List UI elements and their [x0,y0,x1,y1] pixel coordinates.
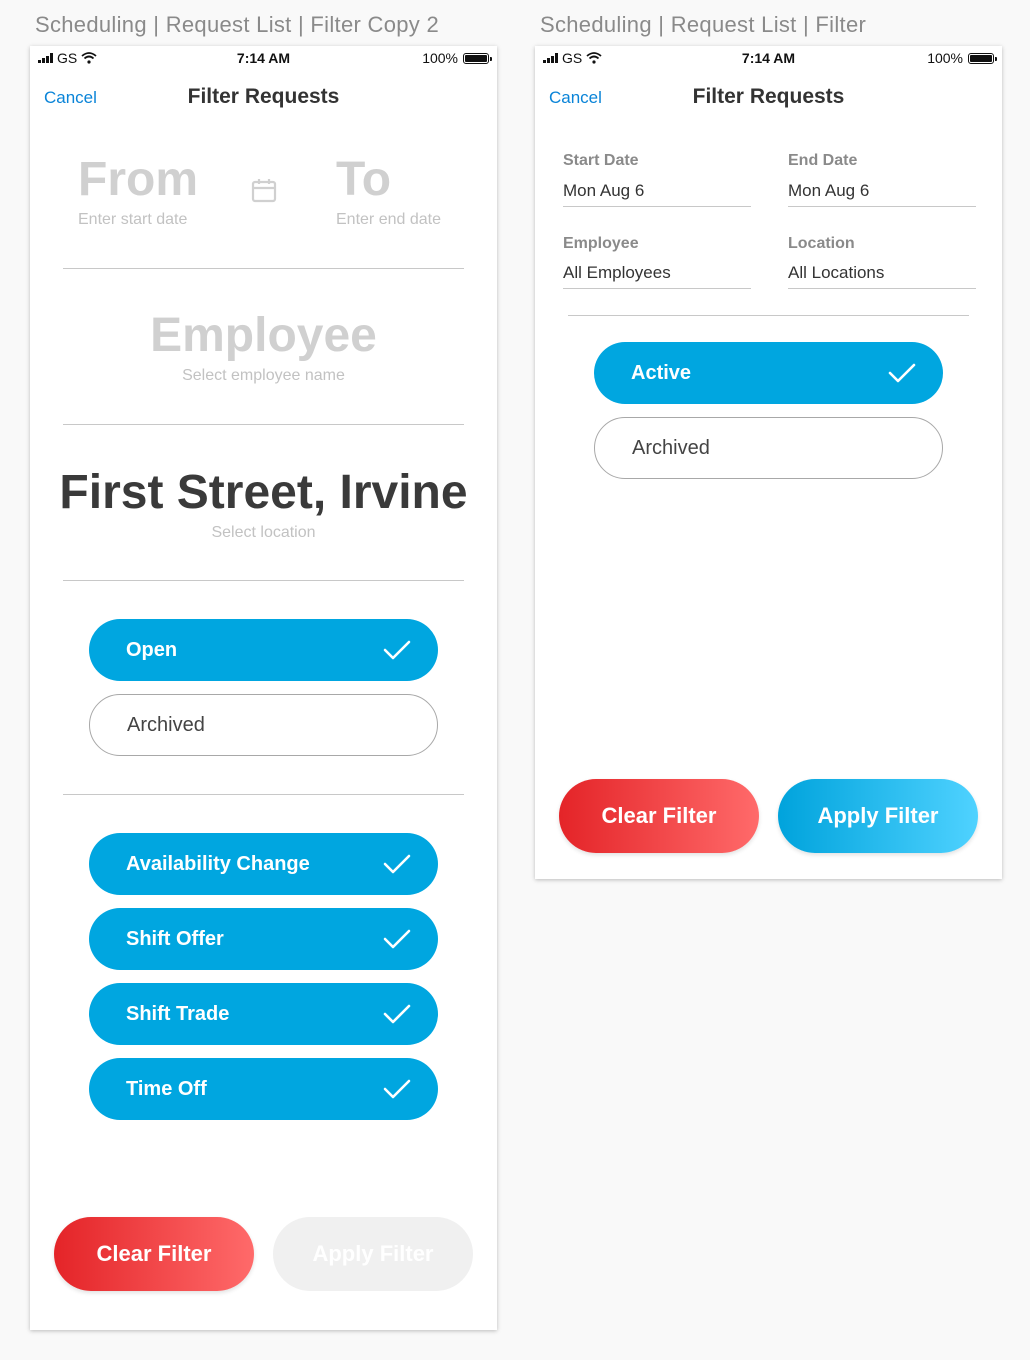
start-date-value[interactable]: Mon Aug 6 [563,181,644,201]
status-option-open[interactable]: Open [89,619,438,681]
option-label: Archived [127,713,205,736]
divider [63,580,464,581]
type-option-time-off[interactable]: Time Off [89,1058,438,1120]
to-date-label[interactable]: To [336,152,391,207]
field-underline [788,288,976,289]
clear-filter-button[interactable]: Clear Filter [54,1217,254,1291]
battery-icon [463,52,492,64]
type-option-availability-change[interactable]: Availability Change [89,833,438,895]
divider [63,794,464,795]
apply-filter-button[interactable]: Apply Filter [778,779,978,853]
status-option-archived[interactable]: Archived [594,417,943,479]
employee-label: Employee [563,235,639,252]
start-date-label: Start Date [563,152,639,169]
option-label: Shift Trade [126,1002,230,1025]
field-underline [563,206,751,207]
calendar-icon[interactable] [251,177,277,203]
artboard-title-right: Scheduling | Request List | Filter [540,12,867,37]
location-label: Location [788,235,855,252]
filter-screen: GS 7:14 AM 100% Cancel Filter Requests S… [535,46,1002,879]
checkmark-icon [383,1004,411,1024]
checkmark-icon [383,640,411,660]
employee-value[interactable]: All Employees [563,263,671,283]
nav-bar: Cancel Filter Requests [535,80,1002,116]
type-option-shift-offer[interactable]: Shift Offer [89,908,438,970]
field-underline [563,288,751,289]
location-value[interactable]: All Locations [788,263,884,283]
field-underline [788,206,976,207]
divider [63,424,464,425]
end-date-value[interactable]: Mon Aug 6 [788,181,869,201]
page-title: Filter Requests [692,85,845,108]
option-label: Availability Change [126,852,310,875]
option-label: Archived [632,436,710,459]
checkmark-icon [383,1079,411,1099]
option-label: Time Off [126,1077,207,1100]
status-option-archived[interactable]: Archived [89,694,438,756]
nav-bar: Cancel Filter Requests [30,80,497,116]
page-title: Filter Requests [187,85,340,108]
from-date-label[interactable]: From [78,152,198,207]
battery-percent: 100% [422,50,458,66]
clear-filter-button[interactable]: Clear Filter [559,779,759,853]
filter-screen-copy-2: GS 7:14 AM 100% Cancel Filter Requests F… [30,46,497,1330]
option-label: Open [126,638,178,661]
type-option-shift-trade[interactable]: Shift Trade [89,983,438,1045]
status-bar: GS 7:14 AM 100% [535,46,1002,70]
checkmark-icon [383,854,411,874]
option-label: Shift Offer [126,927,224,950]
from-date-hint: Enter start date [78,211,188,228]
employee-hint: Select employee name [182,367,345,384]
battery-percent: 100% [927,50,963,66]
location-value[interactable]: First Street, Irvine [30,465,497,520]
status-option-active[interactable]: Active [594,342,943,404]
to-date-hint: Enter end date [336,211,441,228]
apply-filter-button[interactable]: Apply Filter [273,1217,473,1291]
checkmark-icon [888,363,916,383]
divider [63,268,464,269]
checkmark-icon [383,929,411,949]
employee-label[interactable]: Employee [30,308,497,363]
option-label: Active [631,361,692,384]
location-hint: Select location [211,524,316,541]
artboard-title-left: Scheduling | Request List | Filter Copy … [35,12,440,37]
battery-icon [968,52,997,64]
divider [568,315,969,316]
status-bar: GS 7:14 AM 100% [30,46,497,70]
end-date-label: End Date [788,152,858,169]
